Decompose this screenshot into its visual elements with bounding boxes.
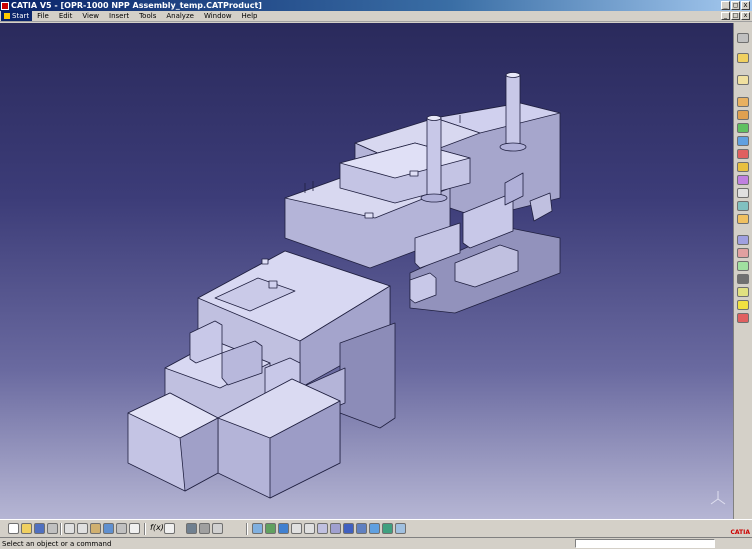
- move-icon[interactable]: [737, 136, 749, 146]
- tree-icon[interactable]: [737, 274, 749, 284]
- catalog-icon[interactable]: [186, 523, 197, 534]
- print-icon[interactable]: [47, 523, 58, 534]
- shading-icon[interactable]: [343, 523, 354, 534]
- insert-component-icon[interactable]: [737, 97, 749, 107]
- clash-icon[interactable]: [737, 162, 749, 172]
- bom-icon[interactable]: [199, 523, 210, 534]
- plant-model[interactable]: [0, 23, 733, 519]
- menu-analyze[interactable]: Analyze: [161, 12, 199, 20]
- zoom-out-icon[interactable]: [304, 523, 315, 534]
- stack-right: [505, 74, 521, 148]
- doc-restore-button[interactable]: □: [731, 12, 740, 20]
- bill-icon[interactable]: [737, 287, 749, 297]
- annotation-icon[interactable]: [737, 235, 749, 245]
- maximize-button[interactable]: □: [731, 1, 740, 10]
- rotate-icon[interactable]: [265, 523, 276, 534]
- cut-icon[interactable]: [64, 523, 75, 534]
- replace-icon[interactable]: [737, 110, 749, 120]
- catia-logo: CATIA: [730, 529, 750, 536]
- close-button[interactable]: x: [741, 1, 750, 10]
- menu-tools[interactable]: Tools: [134, 12, 161, 20]
- menu-window[interactable]: Window: [199, 12, 237, 20]
- scene-icon[interactable]: [737, 214, 749, 224]
- section-icon[interactable]: [737, 175, 749, 185]
- redo-icon[interactable]: [116, 523, 127, 534]
- cursor-icon[interactable]: [737, 53, 749, 63]
- formula-icon[interactable]: f(x): [150, 523, 164, 532]
- weld-icon[interactable]: [737, 248, 749, 258]
- stack-left: [426, 117, 442, 199]
- publish-icon[interactable]: [737, 261, 749, 271]
- pan-icon[interactable]: [212, 523, 223, 534]
- catia-app-icon[interactable]: [1, 1, 9, 10]
- material-icon[interactable]: [395, 523, 406, 534]
- bottom-toolbar: f(x): [0, 519, 752, 537]
- doc-minimize-button[interactable]: _: [721, 12, 730, 20]
- menu-help[interactable]: Help: [237, 12, 263, 20]
- zoom-in-icon[interactable]: [291, 523, 302, 534]
- menu-insert[interactable]: Insert: [104, 12, 134, 20]
- hide-show-icon[interactable]: [356, 523, 367, 534]
- normal-view-icon[interactable]: [317, 523, 328, 534]
- distance-icon[interactable]: [737, 188, 749, 198]
- delete-icon[interactable]: [737, 313, 749, 323]
- toolbar-separator: [144, 523, 146, 535]
- doc-close-button[interactable]: x: [741, 12, 750, 20]
- minimize-button[interactable]: _: [721, 1, 730, 10]
- save-icon[interactable]: [34, 523, 45, 534]
- menu-file[interactable]: File: [32, 12, 54, 20]
- menu-edit[interactable]: Edit: [54, 12, 78, 20]
- toolbar-separator: [60, 523, 62, 535]
- fit-all-icon[interactable]: [252, 523, 263, 534]
- whats-this-icon[interactable]: [129, 523, 140, 534]
- undo-icon[interactable]: [103, 523, 114, 534]
- menu-start[interactable]: Start: [1, 11, 33, 21]
- menu-start-label: Start: [12, 12, 30, 20]
- bulb-icon[interactable]: [737, 300, 749, 310]
- select-icon[interactable]: [737, 33, 749, 43]
- toolbar-separator: [246, 523, 248, 535]
- paste-icon[interactable]: [90, 523, 101, 534]
- swap-icon[interactable]: [369, 523, 380, 534]
- 3d-viewport[interactable]: [0, 23, 733, 519]
- render-icon[interactable]: [382, 523, 393, 534]
- window-title: CATIA V5 - [OPR-1000 NPP Assembly_temp.C…: [11, 1, 262, 10]
- right-toolbar: [733, 23, 752, 519]
- status-bar: Select an object or a command: [0, 537, 752, 549]
- constraint-icon[interactable]: [737, 123, 749, 133]
- status-message: Select an object or a command: [2, 539, 112, 548]
- menu-bar: Start File Edit View Insert Tools Analyz…: [0, 11, 752, 22]
- copy-icon[interactable]: [77, 523, 88, 534]
- comment-icon[interactable]: [164, 523, 175, 534]
- new-icon[interactable]: [8, 523, 19, 534]
- title-bar: CATIA V5 - [OPR-1000 NPP Assembly_temp.C…: [0, 0, 752, 11]
- open-icon[interactable]: [21, 523, 32, 534]
- explode-icon[interactable]: [737, 149, 749, 159]
- snap-icon[interactable]: [737, 201, 749, 211]
- compass-icon: [710, 491, 726, 505]
- command-input[interactable]: [575, 539, 715, 548]
- menu-view[interactable]: View: [77, 12, 104, 20]
- isometric-icon[interactable]: [330, 523, 341, 534]
- window-controls: _ □ x: [721, 1, 750, 10]
- product-icon[interactable]: [737, 75, 749, 85]
- fly-icon[interactable]: [278, 523, 289, 534]
- start-icon: [4, 13, 10, 19]
- document-controls: _ □ x: [721, 12, 750, 20]
